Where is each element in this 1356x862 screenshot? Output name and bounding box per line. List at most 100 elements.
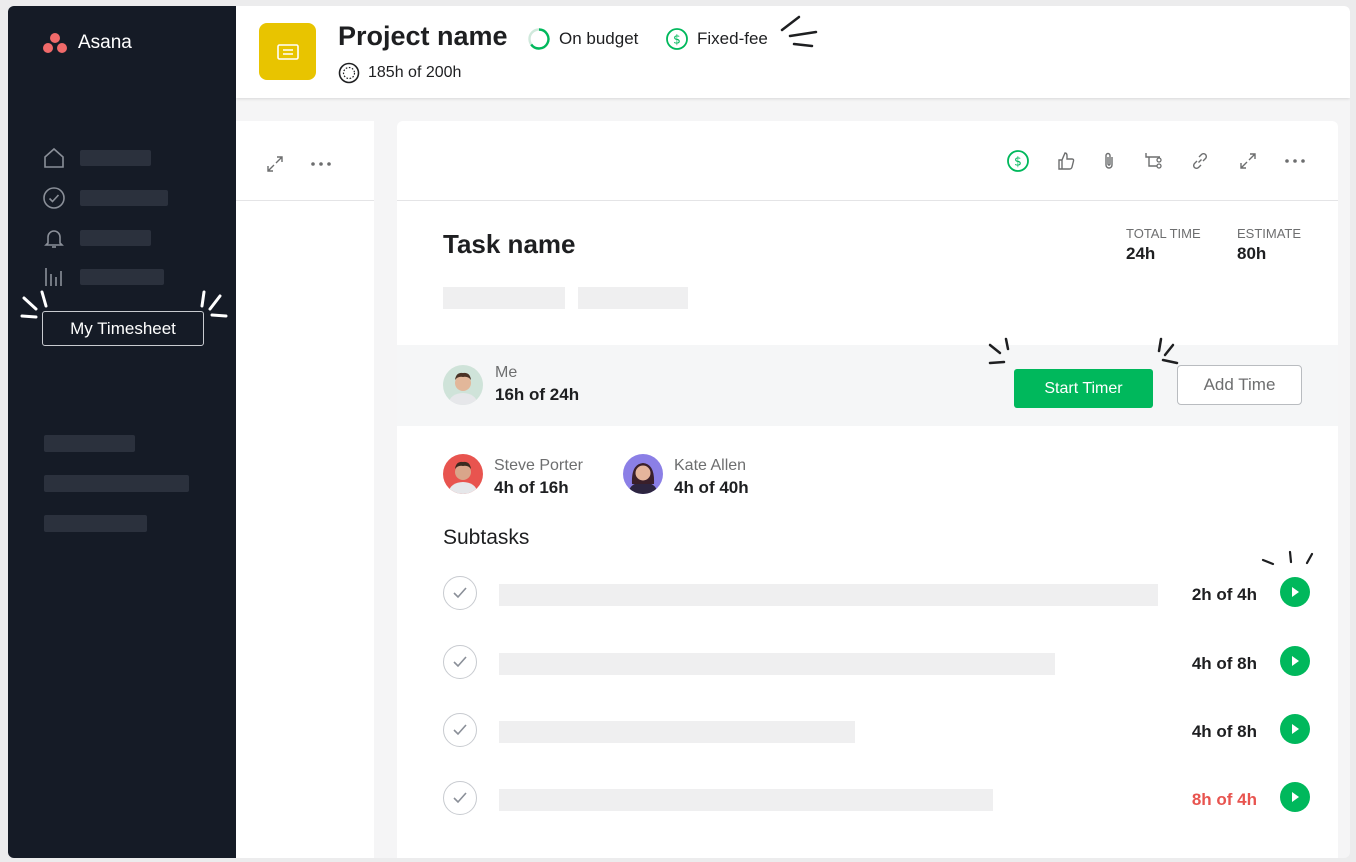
highlight-doodle <box>988 337 1010 365</box>
thumbs-up-icon <box>1058 152 1075 170</box>
billing-button[interactable]: $ <box>1005 148 1031 174</box>
more-icon <box>1285 159 1305 163</box>
subtask-name-placeholder <box>499 789 993 811</box>
billing-type-label: Fixed-fee <box>697 29 768 48</box>
sidebar-item-inbox[interactable] <box>42 226 151 250</box>
subtask-icon <box>1145 153 1162 169</box>
attach-button[interactable] <box>1096 148 1122 174</box>
subtask-name-placeholder <box>499 584 1158 606</box>
progress-ring-icon <box>528 28 550 50</box>
billing-type[interactable]: $ Fixed-fee <box>665 27 768 51</box>
subtask-name-placeholder <box>499 653 1055 675</box>
sidebar-placeholder <box>44 435 135 452</box>
start-timer-button[interactable] <box>1280 577 1310 607</box>
project-header: Project name On budget $ Fixed-fee 185h … <box>236 6 1350 98</box>
highlight-doodle <box>200 290 228 318</box>
svg-text:$: $ <box>1014 155 1022 169</box>
complete-checkbox[interactable] <box>443 781 477 815</box>
collaborator-name: Kate Allen <box>674 457 747 474</box>
highlight-doodle <box>1261 550 1314 566</box>
sidebar-item-home[interactable] <box>42 146 151 170</box>
complete-checkbox[interactable] <box>443 576 477 610</box>
subtask-hours: 4h of 8h <box>1191 722 1257 741</box>
subtask-row[interactable]: 8h of 4h <box>397 781 1338 817</box>
total-time-label: TOTAL TIME <box>1126 226 1201 241</box>
add-time-button[interactable]: Add Time <box>1177 365 1302 405</box>
expand-button[interactable] <box>1235 148 1261 174</box>
svg-text:$: $ <box>673 33 681 47</box>
highlight-doodle <box>780 15 818 48</box>
task-detail-panel: $ Task name TOTAL TIME 24h ESTIMATE 80h … <box>397 121 1338 858</box>
complete-checkbox[interactable] <box>443 713 477 747</box>
asana-logo-icon <box>42 32 68 54</box>
dollar-icon: $ <box>666 28 688 50</box>
home-icon <box>44 147 64 168</box>
my-time-row: Me 16h of 24h Start Timer Add Time <box>397 337 1338 426</box>
paperclip-icon <box>1105 152 1113 169</box>
task-title[interactable]: Task name <box>443 229 575 260</box>
bell-icon <box>44 230 64 248</box>
my-timesheet-button[interactable]: My Timesheet <box>42 311 204 346</box>
subtask-hours: 2h of 4h <box>1191 585 1257 604</box>
avatar[interactable] <box>443 365 483 405</box>
clock-icon <box>338 62 360 84</box>
copy-link-button[interactable] <box>1187 148 1213 174</box>
check-icon <box>453 792 467 804</box>
start-timer-button[interactable]: Start Timer <box>1014 369 1153 408</box>
subtasks-heading: Subtasks <box>443 526 530 549</box>
sidebar-item-my-tasks[interactable] <box>42 186 168 210</box>
divider <box>236 200 374 201</box>
subtask-row[interactable]: 4h of 8h <box>397 645 1338 681</box>
list-icon <box>276 43 299 60</box>
sidebar-item-placeholder <box>80 190 168 206</box>
expand-button[interactable] <box>262 151 288 177</box>
subtask-hours-over-budget: 8h of 4h <box>1191 790 1257 809</box>
sidebar-item-placeholder <box>80 230 151 246</box>
play-icon <box>1292 587 1299 597</box>
collaborator-hours: 4h of 40h <box>674 478 749 497</box>
subtask-row[interactable]: 4h of 8h <box>397 713 1338 749</box>
check-circle-icon <box>43 187 65 209</box>
subtask-name-placeholder <box>499 721 855 743</box>
subtask-button[interactable] <box>1140 148 1166 174</box>
my-name: Me <box>495 364 518 381</box>
project-hours: 185h of 200h <box>338 62 461 84</box>
collaborator-hours: 4h of 16h <box>494 478 569 497</box>
expand-icon <box>1240 153 1256 169</box>
left-panel <box>236 121 374 858</box>
project-hours-label: 185h of 200h <box>368 64 462 81</box>
estimate-label: ESTIMATE <box>1237 226 1302 241</box>
play-icon <box>1292 724 1299 734</box>
project-title: Project name <box>338 21 508 51</box>
sidebar-item-reporting[interactable] <box>42 265 164 289</box>
app-name: Asana <box>78 32 132 53</box>
more-icon <box>311 162 331 166</box>
subtask-hours: 4h of 8h <box>1191 654 1257 673</box>
sidebar-placeholder <box>44 475 189 492</box>
more-options-button[interactable] <box>308 151 334 177</box>
start-timer-button[interactable] <box>1280 782 1310 812</box>
start-timer-button[interactable] <box>1280 714 1310 744</box>
sidebar-item-placeholder <box>80 150 151 166</box>
avatar[interactable] <box>623 454 663 494</box>
sidebar: Asana My Timesheet <box>8 6 236 858</box>
complete-checkbox[interactable] <box>443 645 477 679</box>
more-options-button[interactable] <box>1282 148 1308 174</box>
asana-logo[interactable]: Asana <box>42 32 132 54</box>
check-icon <box>453 656 467 668</box>
play-icon <box>1292 656 1299 666</box>
avatar[interactable] <box>443 454 483 494</box>
like-button[interactable] <box>1053 148 1079 174</box>
estimate-value: 80h <box>1237 244 1267 263</box>
subtask-row[interactable]: 2h of 4h <box>397 576 1338 612</box>
budget-status-label: On budget <box>559 29 639 48</box>
reporting-icon <box>45 268 62 286</box>
start-timer-button[interactable] <box>1280 646 1310 676</box>
expand-icon <box>267 156 283 172</box>
dollar-icon: $ <box>1007 150 1029 172</box>
project-icon[interactable] <box>259 23 316 80</box>
check-icon <box>453 724 467 736</box>
field-placeholder <box>578 287 688 309</box>
budget-status[interactable]: On budget <box>527 27 638 51</box>
highlight-doodle <box>1157 337 1179 365</box>
